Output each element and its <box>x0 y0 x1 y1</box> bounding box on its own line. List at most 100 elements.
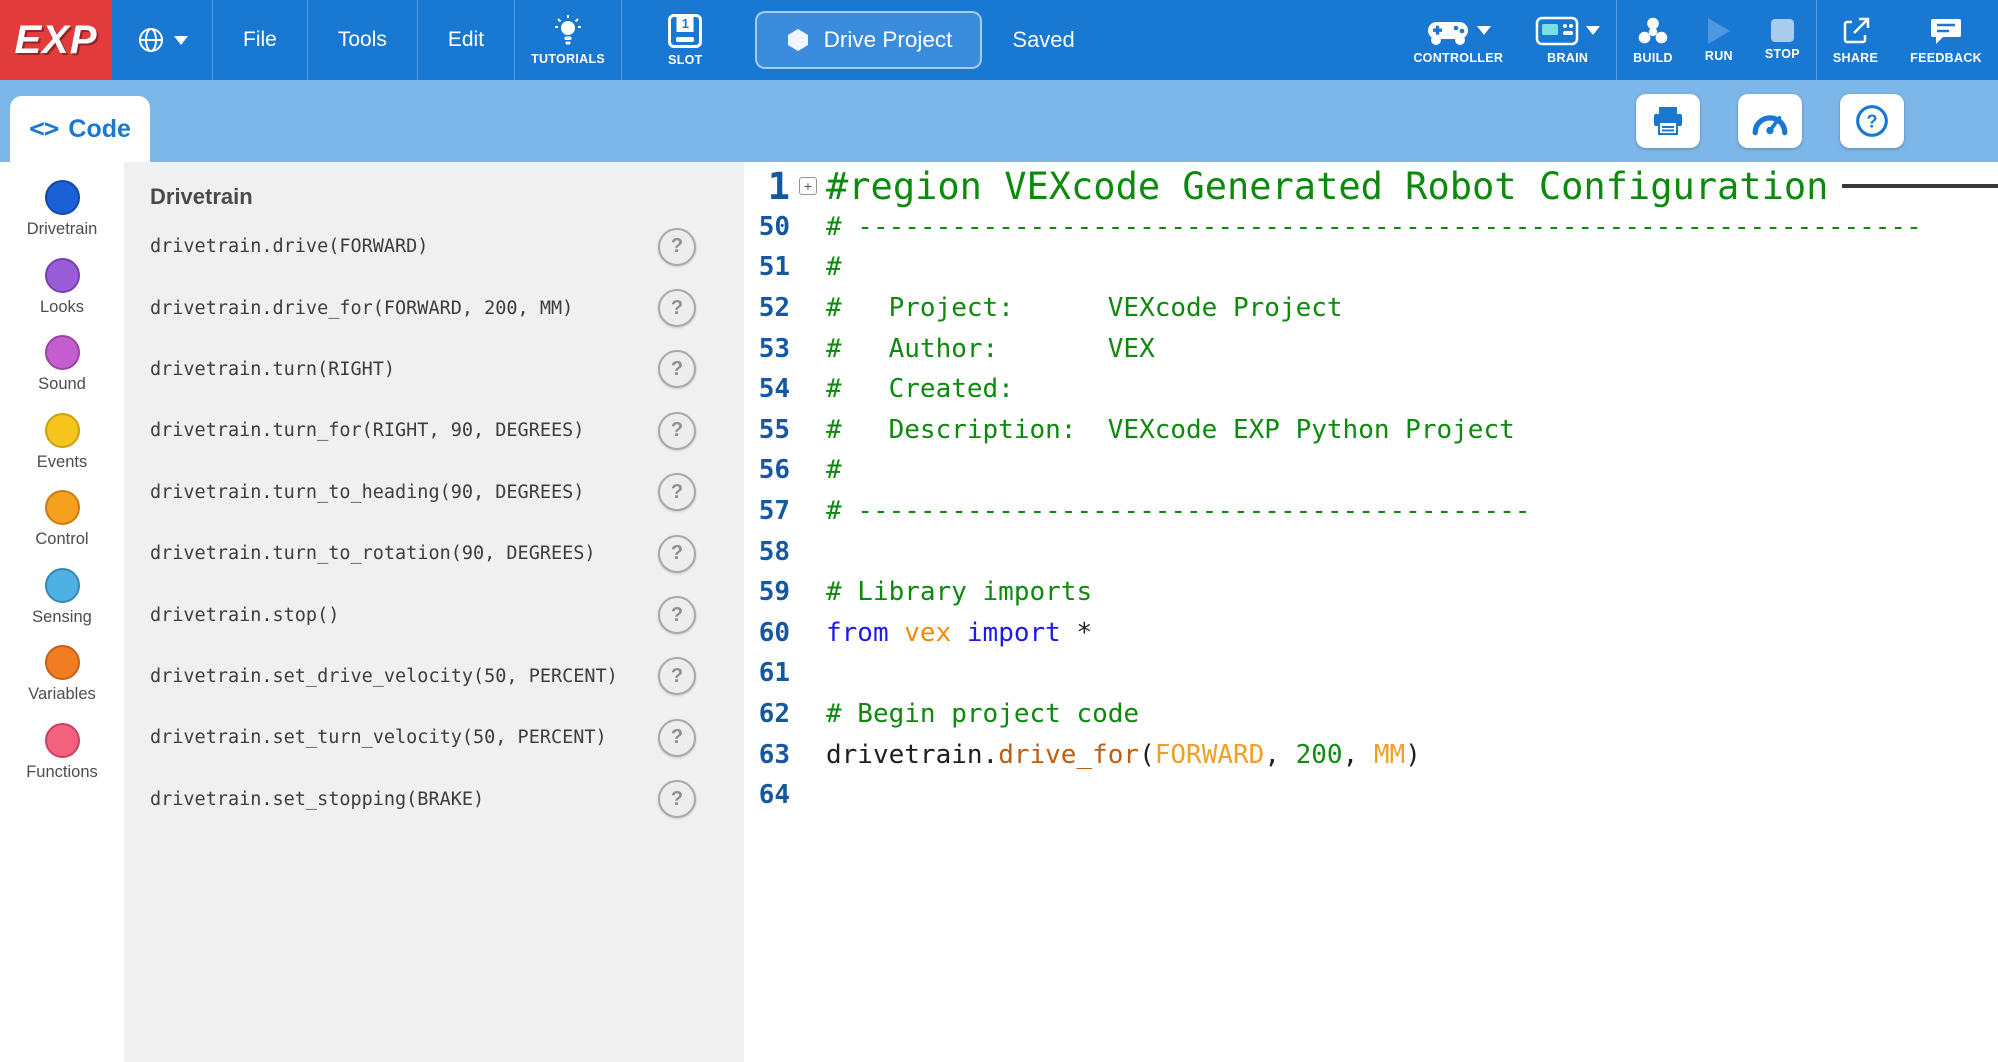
command-row[interactable]: drivetrain.set_drive_velocity(50, PERCEN… <box>150 646 744 707</box>
code-token: vex <box>904 618 951 648</box>
command-row[interactable]: drivetrain.set_turn_velocity(50, PERCENT… <box>150 707 744 768</box>
share-button[interactable]: SHARE <box>1817 0 1894 80</box>
editor-line[interactable]: 62# Begin project code <box>744 694 1998 735</box>
command-text[interactable]: drivetrain.stop() <box>150 605 658 626</box>
feedback-label: FEEDBACK <box>1910 51 1982 65</box>
category-label: Events <box>37 453 87 472</box>
project-name-button[interactable]: Drive Project <box>755 11 983 69</box>
command-help-button[interactable]: ? <box>658 780 696 818</box>
slot-button[interactable]: 1 SLOT <box>652 0 719 80</box>
editor-line[interactable]: 63 drivetrain.drive_for(FORWARD, 200, MM) <box>744 734 1998 775</box>
menu-file[interactable]: File <box>213 0 307 80</box>
category-events[interactable]: Events <box>0 413 124 491</box>
code-editor[interactable]: 1+#region VEXcode Generated Robot Config… <box>744 162 1998 1062</box>
command-row[interactable]: drivetrain.turn(RIGHT)? <box>150 339 744 400</box>
command-row[interactable]: drivetrain.turn_to_rotation(90, DEGREES)… <box>150 523 744 584</box>
brain-button[interactable]: BRAIN <box>1519 0 1616 80</box>
editor-line[interactable]: 1+#region VEXcode Generated Robot Config… <box>744 166 1998 207</box>
chevron-down-icon <box>174 36 188 45</box>
print-console-button[interactable] <box>1636 94 1700 148</box>
command-help-button[interactable]: ? <box>658 412 696 450</box>
editor-line[interactable]: 61 <box>744 653 1998 694</box>
line-number: 54 <box>744 374 790 404</box>
feedback-button[interactable]: FEEDBACK <box>1894 0 1998 80</box>
category-sensing[interactable]: Sensing <box>0 568 124 646</box>
fold-expand-icon[interactable]: + <box>799 177 817 195</box>
command-row[interactable]: drivetrain.turn_to_heading(90, DEGREES)? <box>150 462 744 523</box>
looks-category-icon <box>45 258 80 293</box>
command-help-button[interactable]: ? <box>658 657 696 695</box>
menu-edit[interactable]: Edit <box>418 0 514 80</box>
command-row[interactable]: drivetrain.set_stopping(BRAKE)? <box>150 769 744 830</box>
category-functions[interactable]: Functions <box>0 723 124 801</box>
code-token: from <box>826 618 889 648</box>
command-text[interactable]: drivetrain.set_turn_velocity(50, PERCENT… <box>150 727 658 748</box>
command-text[interactable]: drivetrain.drive_for(FORWARD, 200, MM) <box>150 298 658 319</box>
command-text[interactable]: drivetrain.turn_to_rotation(90, DEGREES) <box>150 543 658 564</box>
editor-line[interactable]: 60from vex import * <box>744 613 1998 654</box>
editor-line[interactable]: 58 <box>744 531 1998 572</box>
command-row[interactable]: drivetrain.turn_for(RIGHT, 90, DEGREES)? <box>150 400 744 461</box>
command-text[interactable]: drivetrain.set_stopping(BRAKE) <box>150 789 658 810</box>
feedback-icon <box>1929 16 1963 46</box>
command-help-button[interactable]: ? <box>658 719 696 757</box>
line-number: 53 <box>744 334 790 364</box>
code-token: #region VEXcode Generated Robot Configur… <box>826 165 1828 208</box>
editor-line[interactable]: 54# Created: <box>744 369 1998 410</box>
command-text[interactable]: drivetrain.drive(FORWARD) <box>150 236 658 257</box>
category-control[interactable]: Control <box>0 490 124 568</box>
controller-button[interactable]: CONTROLLER <box>1397 0 1519 80</box>
editor-line[interactable]: 59# Library imports <box>744 572 1998 613</box>
command-row[interactable]: drivetrain.drive(FORWARD)? <box>150 216 744 277</box>
command-row[interactable]: drivetrain.drive_for(FORWARD, 200, MM)? <box>150 277 744 338</box>
code-token: ( <box>1139 740 1155 770</box>
menu-tools[interactable]: Tools <box>308 0 417 80</box>
run-button[interactable]: RUN <box>1689 0 1749 80</box>
command-text[interactable]: drivetrain.turn_to_heading(90, DEGREES) <box>150 482 658 503</box>
command-help-button[interactable]: ? <box>658 350 696 388</box>
slot-label: SLOT <box>668 53 703 67</box>
editor-line[interactable]: 50# ------------------------------------… <box>744 207 1998 248</box>
editor-line[interactable]: 56# <box>744 450 1998 491</box>
category-label: Variables <box>28 685 96 704</box>
command-text[interactable]: drivetrain.turn(RIGHT) <box>150 359 658 380</box>
command-help-button[interactable]: ? <box>658 596 696 634</box>
stop-button[interactable]: STOP <box>1749 0 1816 80</box>
palette-heading: Drivetrain <box>150 184 744 210</box>
editor-line[interactable]: 55# Description: VEXcode EXP Python Proj… <box>744 410 1998 451</box>
help-button[interactable]: ? <box>1840 94 1904 148</box>
command-help-button[interactable]: ? <box>658 473 696 511</box>
code-text: drivetrain.drive_for(FORWARD, 200, MM) <box>826 740 1421 770</box>
device-dashboard-button[interactable] <box>1738 94 1802 148</box>
command-palette: Drivetrain drivetrain.drive(FORWARD)?dri… <box>124 162 744 1062</box>
command-help-button[interactable]: ? <box>658 535 696 573</box>
exp-logo: EXP <box>0 0 112 80</box>
category-variables[interactable]: Variables <box>0 645 124 723</box>
editor-line[interactable]: 52# Project: VEXcode Project <box>744 288 1998 329</box>
category-sound[interactable]: Sound <box>0 335 124 413</box>
command-help-button[interactable]: ? <box>658 228 696 266</box>
editor-line[interactable]: 53# Author: VEX <box>744 328 1998 369</box>
editor-line[interactable]: 57# ------------------------------------… <box>744 491 1998 532</box>
command-text[interactable]: drivetrain.turn_for(RIGHT, 90, DEGREES) <box>150 420 658 441</box>
code-token: # Description: VEXcode EXP Python Projec… <box>826 415 1515 445</box>
category-drivetrain[interactable]: Drivetrain <box>0 180 124 258</box>
line-number: 64 <box>744 780 790 810</box>
exp-logo-text: EXP <box>14 18 97 63</box>
command-help-button[interactable]: ? <box>658 289 696 327</box>
top-menu-bar: EXP File Tools Edit TUTORIALS 1 <box>0 0 1998 80</box>
category-looks[interactable]: Looks <box>0 258 124 336</box>
language-selector[interactable] <box>112 0 212 80</box>
editor-line[interactable]: 51# <box>744 247 1998 288</box>
tab-code[interactable]: <> Code <box>10 96 150 162</box>
tutorials-button[interactable]: TUTORIALS <box>515 0 621 80</box>
code-text: # --------------------------------------… <box>826 496 1530 526</box>
build-button[interactable]: BUILD <box>1617 0 1689 80</box>
slot-number: 1 <box>677 15 694 32</box>
editor-line[interactable]: 64 <box>744 775 1998 816</box>
command-text[interactable]: drivetrain.set_drive_velocity(50, PERCEN… <box>150 666 658 687</box>
code-text: # <box>826 252 842 282</box>
line-number: 63 <box>744 740 790 770</box>
controller-icon <box>1426 16 1470 46</box>
command-row[interactable]: drivetrain.stop()? <box>150 584 744 645</box>
